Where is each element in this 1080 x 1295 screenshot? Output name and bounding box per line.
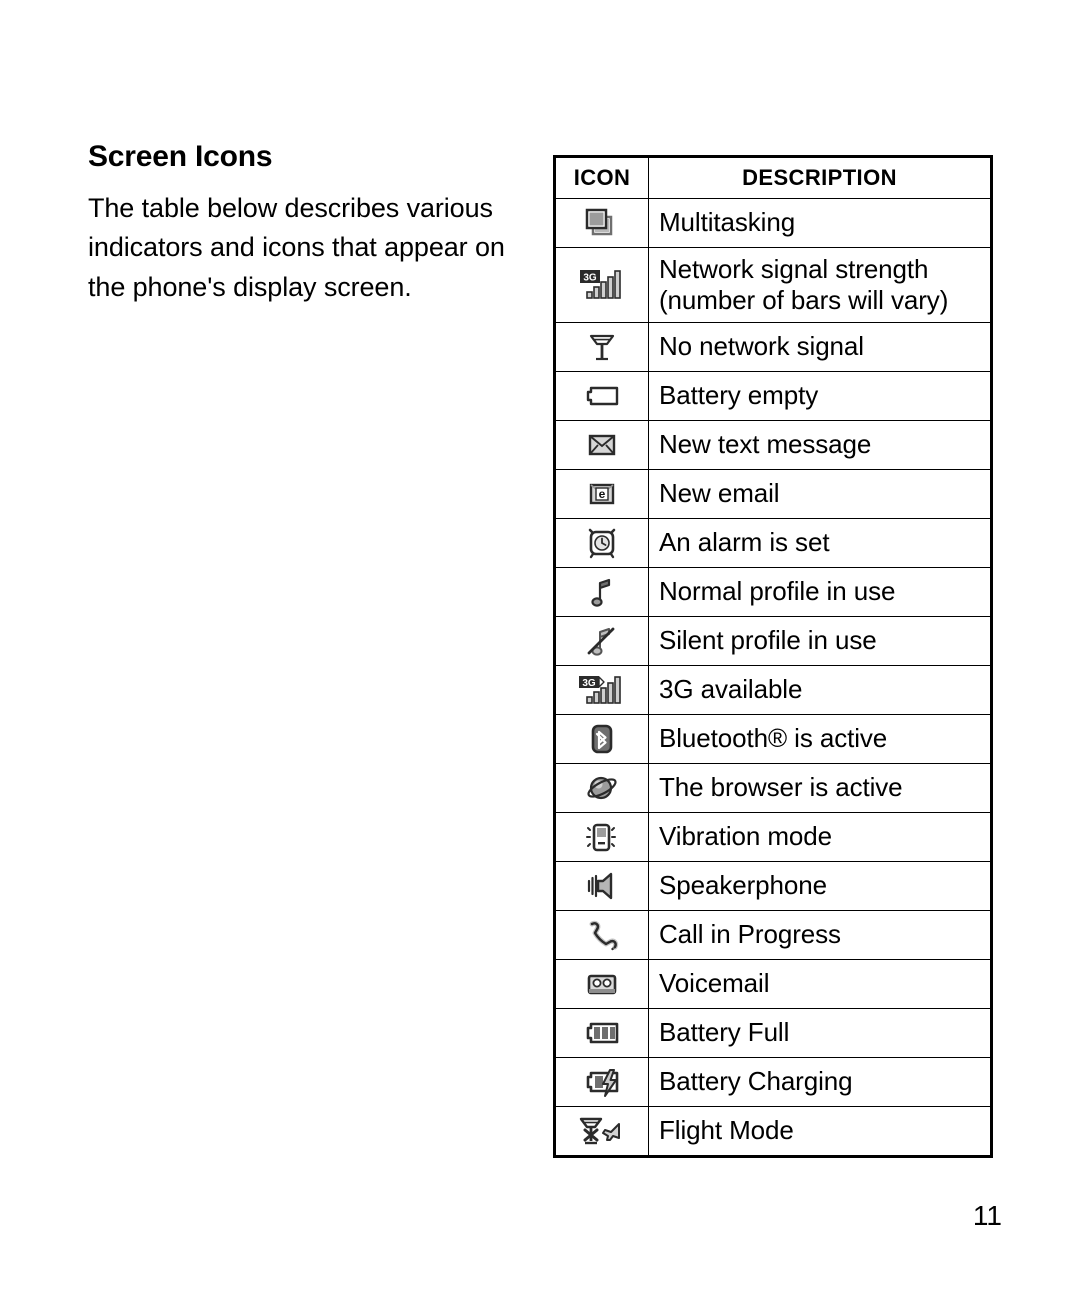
icon-cell xyxy=(555,959,649,1010)
description-cell: Multitasking xyxy=(648,198,991,248)
icon-cell xyxy=(555,518,649,569)
icon-cell: 3G xyxy=(555,665,649,716)
icon-cell: 3G xyxy=(555,246,649,324)
icon-cell xyxy=(555,1106,649,1157)
description-cell: No network signal xyxy=(648,322,991,373)
battery-charging-icon xyxy=(579,1062,625,1102)
description-cell: Vibration mode xyxy=(648,812,991,863)
silent-profile-icon xyxy=(579,621,625,661)
call-in-progress-icon xyxy=(579,915,625,955)
description-line-1: Network signal strength xyxy=(659,254,929,284)
icon-cell xyxy=(555,910,649,961)
network-signal-strength-icon: 3G xyxy=(576,262,628,308)
new-email-icon: e xyxy=(579,474,625,514)
icon-cell xyxy=(555,371,649,422)
description-cell: Voicemail xyxy=(648,959,991,1010)
screen-icons-table: ICON DESCRIPTION Multitasking 3G Network… xyxy=(553,155,993,1159)
table-row: Bluetooth® is active xyxy=(555,714,991,765)
icon-cell xyxy=(555,763,649,814)
description-cell: New email xyxy=(648,469,991,520)
battery-empty-icon xyxy=(579,376,625,416)
description-cell: Bluetooth® is active xyxy=(648,714,991,765)
icon-cell xyxy=(555,198,649,248)
multitasking-icon xyxy=(579,203,625,243)
table-row: Multitasking xyxy=(555,198,991,248)
new-text-message-icon xyxy=(579,425,625,465)
table-header-row: ICON DESCRIPTION xyxy=(555,157,991,199)
voicemail-icon xyxy=(579,964,625,1004)
table-row: Silent profile in use xyxy=(555,616,991,667)
table-row: No network signal xyxy=(555,322,991,373)
description-cell: Battery Charging xyxy=(648,1057,991,1108)
3g-available-icon: 3G xyxy=(576,669,628,711)
bluetooth-active-icon xyxy=(579,719,625,759)
table-row: Battery Charging xyxy=(555,1057,991,1108)
description-cell: Battery empty xyxy=(648,371,991,422)
page-number: 11 xyxy=(972,1200,1002,1231)
description-cell: Call in Progress xyxy=(648,910,991,961)
description-cell: Silent profile in use xyxy=(648,616,991,667)
table-row: 3G Network signal strength (number of ba… xyxy=(555,246,991,324)
svg-text:3G: 3G xyxy=(582,678,596,689)
browser-active-icon xyxy=(579,768,625,808)
icon-cell xyxy=(555,1008,649,1059)
table-row: An alarm is set xyxy=(555,518,991,569)
table-row: e New email xyxy=(555,469,991,520)
description-cell: The browser is active xyxy=(648,763,991,814)
table-row: Speakerphone xyxy=(555,861,991,912)
table-row: 3G 3G available xyxy=(555,665,991,716)
description-cell: Battery Full xyxy=(648,1008,991,1059)
no-network-signal-icon xyxy=(579,327,625,367)
table-row: New text message xyxy=(555,420,991,471)
icon-cell xyxy=(555,616,649,667)
normal-profile-icon xyxy=(579,572,625,612)
description-cell: Network signal strength (number of bars … xyxy=(648,246,991,324)
table-row: Voicemail xyxy=(555,959,991,1010)
table-row: Battery empty xyxy=(555,371,991,422)
icon-cell xyxy=(555,861,649,912)
table-row: Vibration mode xyxy=(555,812,991,863)
intro-section: Screen Icons The table below describes v… xyxy=(88,140,528,307)
description-cell: Flight Mode xyxy=(648,1106,991,1157)
icon-cell: e xyxy=(555,469,649,520)
icon-cell xyxy=(555,812,649,863)
table-row: Battery Full xyxy=(555,1008,991,1059)
battery-full-icon xyxy=(579,1013,625,1053)
column-header-icon: ICON xyxy=(555,157,649,199)
description-cell: New text message xyxy=(648,420,991,471)
alarm-set-icon xyxy=(579,523,625,563)
icon-cell xyxy=(555,1057,649,1108)
icon-cell xyxy=(555,567,649,618)
table-row: Call in Progress xyxy=(555,910,991,961)
description-cell: 3G available xyxy=(648,665,991,716)
icon-cell xyxy=(555,420,649,471)
description-cell: Normal profile in use xyxy=(648,567,991,618)
description-line-2: (number of bars will vary) xyxy=(659,284,949,315)
table-row: Flight Mode xyxy=(555,1106,991,1157)
speakerphone-icon xyxy=(579,866,625,906)
svg-text:e: e xyxy=(599,487,606,501)
vibration-mode-icon xyxy=(579,817,625,857)
svg-text:3G: 3G xyxy=(583,273,597,284)
intro-paragraph: The table below describes various indica… xyxy=(88,193,505,302)
table-row: Normal profile in use xyxy=(555,567,991,618)
table-row: The browser is active xyxy=(555,763,991,814)
description-cell: An alarm is set xyxy=(648,518,991,569)
description-cell: Speakerphone xyxy=(648,861,991,912)
icon-cell xyxy=(555,322,649,373)
flight-mode-icon xyxy=(575,1111,629,1151)
icon-cell xyxy=(555,714,649,765)
page-title: Screen Icons xyxy=(88,140,273,173)
column-header-description: DESCRIPTION xyxy=(648,157,991,199)
